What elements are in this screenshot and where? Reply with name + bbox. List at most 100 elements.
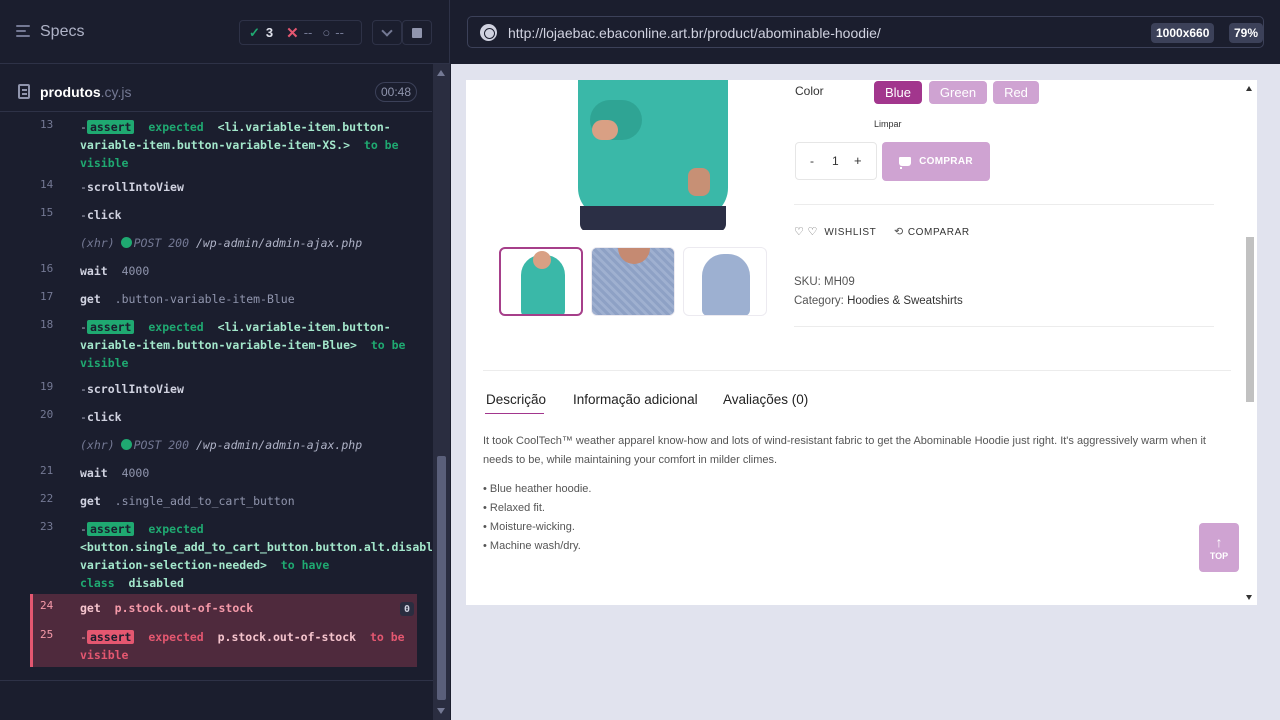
scrollbar-thumb[interactable]: [1246, 237, 1254, 402]
spec-file-basename: produtos: [40, 84, 101, 100]
product-thumbnail-3[interactable]: [683, 247, 767, 316]
xhr-route: /wp-admin/admin-ajax.php: [195, 438, 363, 452]
command-number: 18: [40, 318, 54, 331]
command-arg: 4000: [121, 466, 150, 480]
command-number: 22: [40, 492, 54, 505]
xhr-route: /wp-admin/admin-ajax.php: [195, 236, 363, 250]
swatch-blue[interactable]: Blue: [874, 81, 922, 104]
quantity-stepper[interactable]: - 1 +: [795, 142, 877, 180]
command-number: 15: [40, 206, 54, 219]
scroll-down-arrow-icon[interactable]: [437, 708, 445, 714]
command-number: 14: [40, 178, 54, 191]
quantity-increase-button[interactable]: +: [854, 153, 862, 168]
xhr-status: POST 200: [133, 236, 190, 250]
category-link[interactable]: Hoodies & Sweatshirts: [847, 295, 963, 307]
command-name: click: [86, 410, 122, 424]
product-thumbnail-1[interactable]: [499, 247, 583, 316]
list-item: • Moisture-wicking.: [483, 521, 575, 533]
arrow-up-icon: ↑: [1215, 533, 1223, 550]
command-log: 13 - assert expected <li.variable-item.bu…: [0, 114, 432, 674]
command-selector: <button.single_add_to_cart_button.button…: [80, 540, 432, 572]
viewport-size-badge[interactable]: 1000x660: [1151, 23, 1215, 43]
command-name: get: [80, 601, 101, 615]
compare-link[interactable]: ⟲ COMPARAR: [894, 225, 970, 238]
list-item: • Relaxed fit.: [483, 502, 545, 514]
swatch-green[interactable]: Green: [929, 81, 987, 104]
heart-icon: ♡: [794, 226, 805, 238]
command-arg: .button-variable-item-Blue: [114, 292, 295, 306]
compare-label: COMPARAR: [907, 227, 970, 238]
sku-label: SKU:: [794, 276, 821, 288]
command-number: 19: [40, 380, 54, 393]
command-name: click: [86, 208, 122, 222]
reporter-scrollbar[interactable]: [433, 64, 450, 720]
stop-button[interactable]: [402, 20, 432, 45]
command-number: 16: [40, 262, 54, 275]
list-item: • Blue heather hoodie.: [483, 483, 592, 495]
quantity-decrease-button[interactable]: -: [810, 154, 814, 168]
add-to-cart-button[interactable]: COMPRAR: [882, 142, 990, 181]
status-dot-icon: [120, 237, 132, 248]
chevron-down-icon: [381, 24, 393, 37]
command-number: 17: [40, 290, 54, 303]
command-name: wait: [80, 264, 108, 278]
tab-additional-info[interactable]: Informação adicional: [573, 392, 698, 407]
command-name: get: [80, 292, 101, 306]
command-name: scrollIntoView: [86, 180, 184, 194]
wishlist-label: WISHLIST: [824, 227, 877, 238]
clear-selection-link[interactable]: Limpar: [874, 119, 902, 129]
scroll-down-arrow-icon[interactable]: [1246, 595, 1252, 600]
command-message: expected: [148, 522, 204, 536]
command-number: 23: [40, 520, 54, 533]
reporter-header: Specs ✓ 3 ✕ -- ○ --: [0, 0, 450, 64]
command-value: disabled: [128, 576, 184, 590]
swatch-red[interactable]: Red: [993, 81, 1039, 104]
specs-label[interactable]: Specs: [40, 23, 84, 41]
status-dot-icon: [120, 439, 132, 450]
app-under-test: http://lojaebac.ebaconline.art.br/produc…: [451, 0, 1280, 720]
scroll-up-arrow-icon[interactable]: [437, 70, 445, 76]
xhr-label: (xhr): [80, 438, 115, 452]
pending-icon: ○: [322, 25, 331, 40]
page-scrollbar[interactable]: [1243, 80, 1257, 605]
url-bar[interactable]: http://lojaebac.ebaconline.art.br/produc…: [467, 16, 1264, 48]
command-message: expected: [148, 120, 204, 134]
command-arg: .single_add_to_cart_button: [114, 494, 295, 508]
collapse-button[interactable]: [372, 20, 402, 45]
product-main-image[interactable]: [570, 80, 730, 230]
active-tab-underline: [485, 413, 544, 414]
assert-badge: assert: [86, 120, 135, 134]
scrollbar-thumb[interactable]: [437, 456, 446, 700]
tab-description[interactable]: Descrição: [486, 392, 546, 407]
product-thumbnail-2[interactable]: [591, 247, 675, 316]
aut-iframe: Color Blue Green Red Limpar - 1 + COMPRA…: [466, 80, 1257, 605]
divider: [483, 370, 1231, 371]
command-selector: p.stock.out-of-stock: [217, 630, 357, 644]
command-arg: 4000: [121, 264, 150, 278]
quantity-input[interactable]: 1: [832, 154, 839, 168]
xhr-label: (xhr): [80, 236, 115, 250]
assert-badge: assert: [86, 320, 135, 334]
tab-reviews[interactable]: Avaliações (0): [723, 392, 808, 407]
color-label: Color: [795, 84, 824, 98]
category-label: Category:: [794, 295, 844, 307]
failed-command-row[interactable]: 25 - assert expected p.stock.out-of-stock…: [30, 622, 417, 667]
command-message: expected: [148, 320, 204, 334]
spec-file-bar: produtos.cy.js 00:48: [0, 72, 432, 112]
element-count-badge: 0: [400, 602, 414, 616]
command-number: 25: [40, 628, 54, 641]
url-text[interactable]: http://lojaebac.ebaconline.art.br/produc…: [508, 25, 881, 41]
globe-icon: [480, 24, 497, 41]
add-to-cart-label: COMPRAR: [919, 156, 973, 167]
command-number: 20: [40, 408, 54, 421]
command-name: get: [80, 494, 101, 508]
zoom-badge[interactable]: 79%: [1229, 23, 1264, 43]
spec-file-name[interactable]: produtos.cy.js: [40, 84, 132, 100]
back-to-top-button[interactable]: ↑ TOP: [1199, 523, 1239, 572]
wishlist-link[interactable]: ♡ ♡ WISHLIST: [794, 225, 876, 238]
refresh-icon: ⟲: [894, 226, 904, 238]
pending-count: --: [335, 25, 344, 40]
specs-menu-icon[interactable]: [16, 25, 32, 39]
scroll-up-arrow-icon[interactable]: [1246, 86, 1252, 91]
failed-command-row[interactable]: 24 get p.stock.out-of-stock 0: [30, 594, 417, 622]
